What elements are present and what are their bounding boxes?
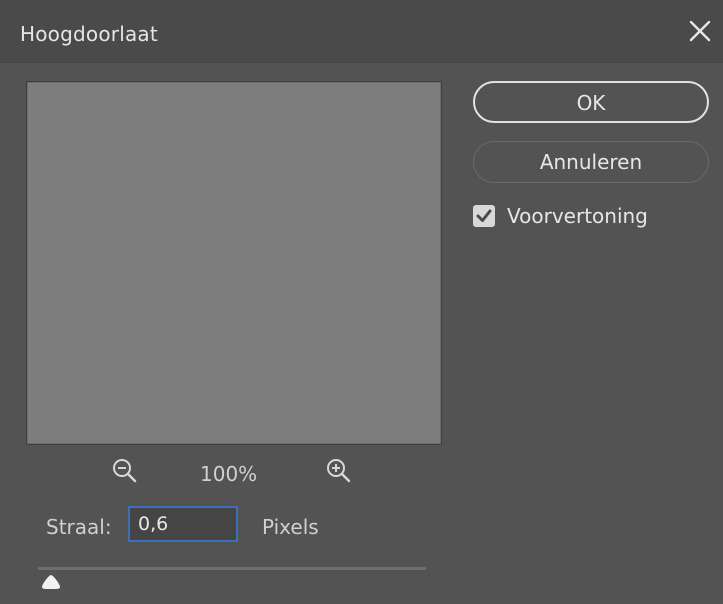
radius-unit-label: Pixels bbox=[262, 515, 319, 539]
zoom-in-icon bbox=[327, 459, 351, 483]
preview-pane[interactable] bbox=[26, 81, 442, 445]
radius-row: Straal: Pixels bbox=[46, 506, 446, 546]
zoom-level: 100% bbox=[200, 462, 258, 486]
title-bar: Hoogdoorlaat bbox=[0, 0, 723, 63]
radius-slider-thumb[interactable] bbox=[40, 574, 62, 590]
high-pass-dialog: Hoogdoorlaat 100% Straal: 0,6 Pixels OK … bbox=[0, 0, 723, 604]
zoom-controls: 100% bbox=[26, 452, 440, 492]
zoom-out-icon bbox=[113, 459, 137, 483]
triangle-up-icon bbox=[41, 575, 60, 589]
radius-slider-track[interactable] bbox=[38, 567, 426, 570]
preview-checkbox-row[interactable]: Voorvertoning bbox=[473, 202, 703, 230]
ok-button[interactable]: OK bbox=[473, 81, 709, 123]
preview-checkbox[interactable] bbox=[473, 205, 495, 227]
radius-label: Straal: bbox=[46, 515, 112, 539]
zoom-in-button[interactable] bbox=[324, 456, 354, 486]
checkmark-icon bbox=[476, 209, 492, 222]
cancel-button[interactable]: Annuleren bbox=[473, 141, 709, 183]
radius-input[interactable] bbox=[128, 506, 238, 542]
zoom-out-button[interactable] bbox=[110, 456, 140, 486]
dialog-title: Hoogdoorlaat bbox=[20, 22, 158, 46]
close-icon bbox=[689, 20, 711, 42]
close-button[interactable] bbox=[685, 16, 715, 46]
preview-checkbox-label: Voorvertoning bbox=[507, 204, 648, 228]
